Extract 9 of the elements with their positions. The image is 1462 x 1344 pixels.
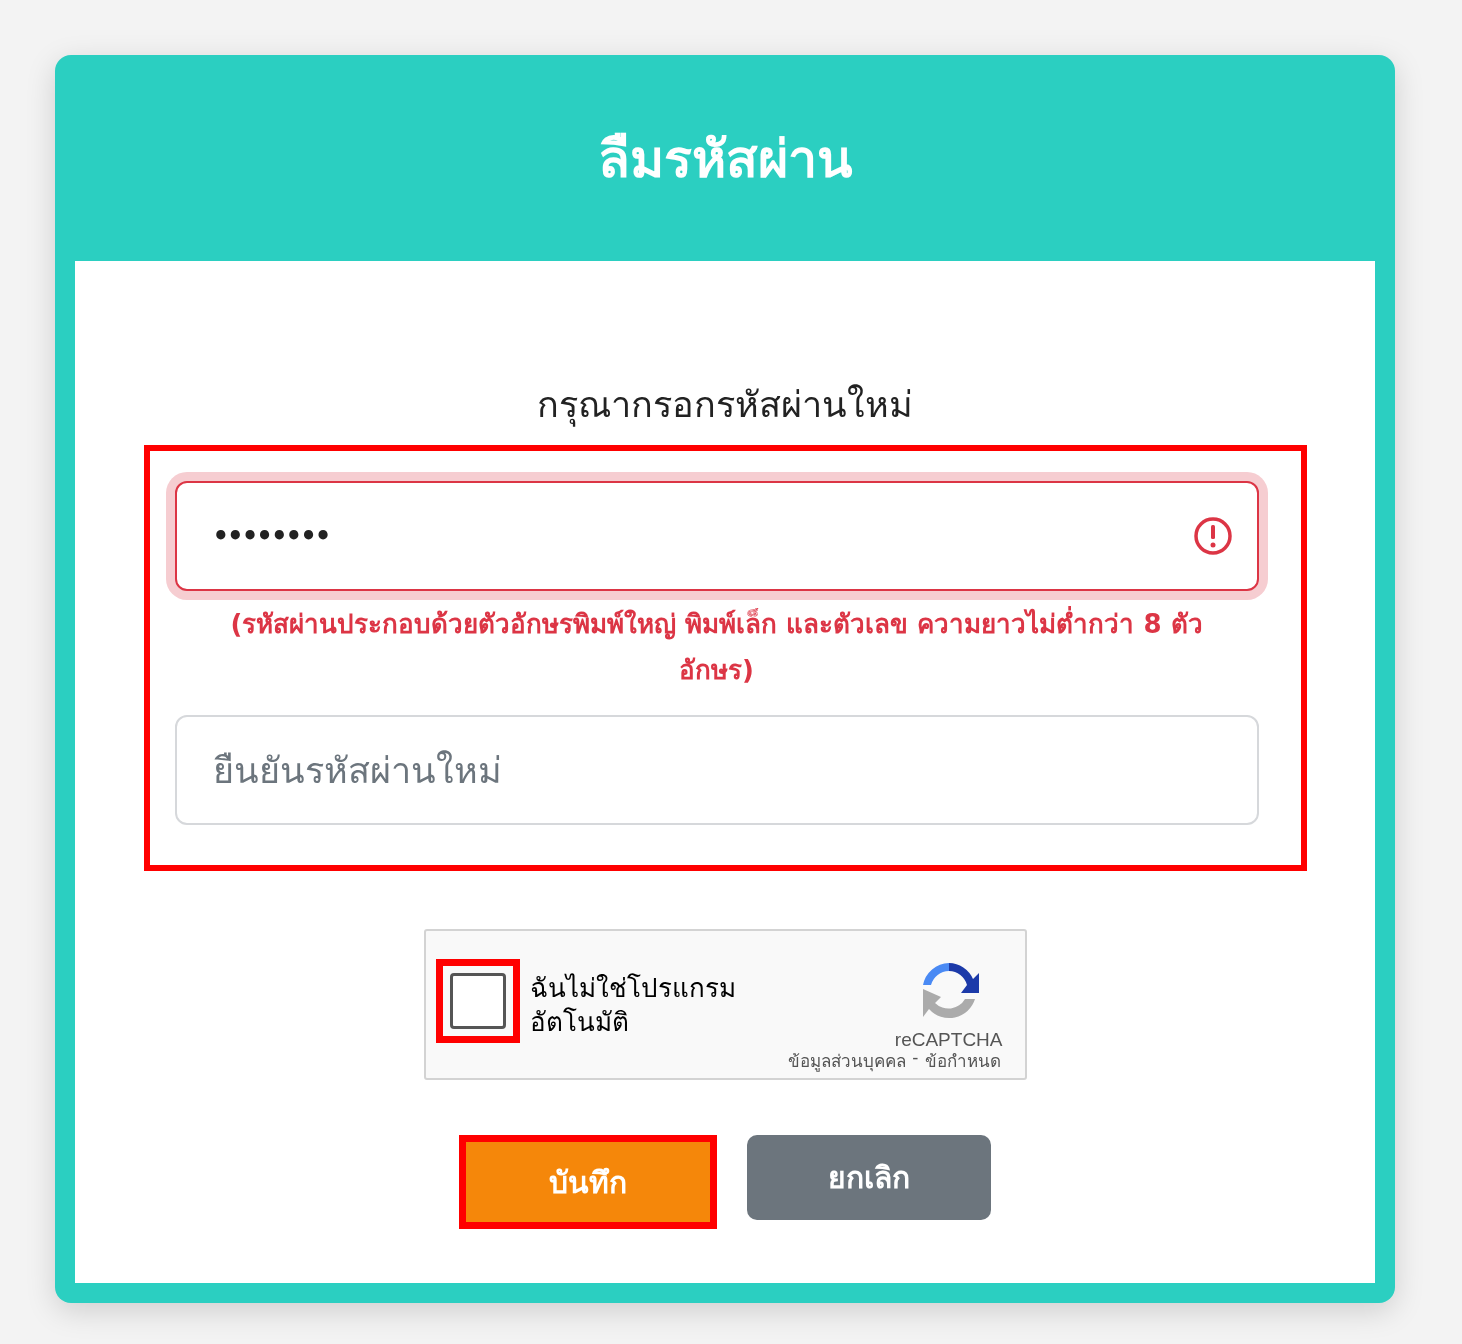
cancel-button[interactable]: ยกเลิก xyxy=(747,1135,991,1220)
prompt-text: กรุณากรอกรหัสผ่านใหม่ xyxy=(537,383,913,429)
dialog-title: ลืมรหัสผ่าน xyxy=(596,127,854,191)
confirm-password-field[interactable]: ยืนยันรหัสผ่านใหม่ xyxy=(174,715,1259,825)
captcha-checkbox[interactable] xyxy=(449,973,506,1029)
password-hint: (รหัสผ่านประกอบด้วยตัวอักษรพิมพ์ใหญ่ พิมพ์เล็ก และตัวเลข ความยาวไม่ต่ำกว่า 8 ตัวอักษร) xyxy=(174,601,1259,693)
captcha-label: ฉันไม่ใช่โปรแกรม อัตโนมัติ xyxy=(529,972,737,1039)
password-field[interactable]: •••••••• xyxy=(174,481,1259,591)
warning-icon xyxy=(1192,516,1233,556)
